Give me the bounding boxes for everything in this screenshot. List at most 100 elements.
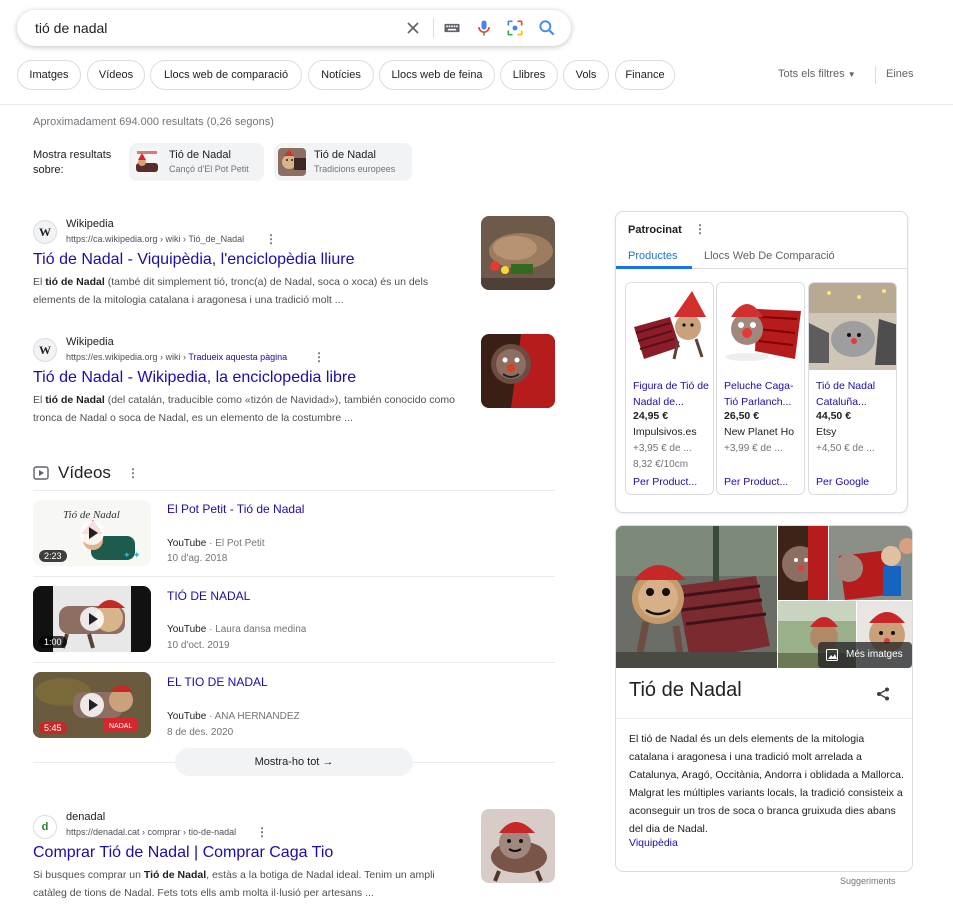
product-price: 44,50 € [816, 410, 852, 422]
suggestions-link[interactable]: Suggeriments [840, 876, 896, 886]
chip-comparison[interactable]: Llocs web de comparació [150, 60, 302, 90]
entity-subtitle: Tradicions europees [314, 164, 396, 174]
product-card[interactable]: Figura de Tió de Nadal de... 24,95 € Imp… [625, 282, 714, 495]
denadal-favicon: d [33, 815, 57, 839]
chip-flights[interactable]: Vols [563, 60, 609, 90]
tab-comparison-sites[interactable]: Llocs Web De Comparació [704, 250, 835, 262]
more-options-icon[interactable]: ⋮ [256, 825, 268, 839]
result-title-link[interactable]: Comprar Tió de Nadal | Comprar Caga Tio [33, 844, 333, 862]
keyboard-icon[interactable] [442, 18, 462, 38]
show-all-label: Mostra-ho tot [254, 756, 320, 768]
result-thumbnail[interactable] [481, 216, 555, 290]
video-platform: YouTube [167, 538, 207, 549]
show-all-videos-button[interactable]: Mostra-ho tot → [175, 748, 413, 776]
result-thumbnail[interactable] [481, 809, 555, 883]
tools-button[interactable]: Eines [886, 68, 914, 80]
entity-thumbnail [133, 148, 161, 176]
knowledge-source-link[interactable]: Viquipèdia [629, 837, 678, 849]
video-divider [33, 490, 555, 491]
result-site-name: denadal [66, 811, 106, 823]
tab-products[interactable]: Productes [628, 250, 678, 262]
knowledge-image[interactable] [778, 526, 828, 600]
sponsored-more-icon[interactable]: ⋮ [694, 222, 706, 236]
result-title-link[interactable]: Tió de Nadal - Viquipèdia, l'enciclopèdi… [33, 251, 354, 269]
svg-text:NADAL: NADAL [109, 723, 132, 730]
more-options-icon[interactable]: ⋮ [265, 232, 277, 246]
video-title-link[interactable]: TIÓ DE NADAL [167, 589, 250, 603]
video-thumbnail[interactable]: 1:00 [33, 586, 151, 652]
result-url-text: https://ca.wikipedia.org › wiki › Tió_de… [66, 234, 245, 244]
search-box[interactable]: tió de nadal [17, 10, 571, 46]
product-card[interactable]: Peluche Caga-Tió Parlanch... 26,50 € New… [716, 282, 805, 495]
result-title-link[interactable]: Tió de Nadal - Wikipedia, la enciclopedi… [33, 369, 356, 387]
chip-images[interactable]: Imatges [17, 60, 81, 90]
knowledge-image[interactable] [829, 526, 913, 600]
entity-title: Tió de Nadal [314, 149, 376, 161]
product-by-link[interactable]: Per Product... [724, 476, 788, 488]
product-by-link[interactable]: Per Google [816, 476, 869, 488]
video-title-link[interactable]: El Pot Petit - Tió de Nadal [167, 502, 304, 516]
snippet-pre: El [33, 394, 46, 406]
all-filters-button[interactable]: Tots els filtres ▼ [778, 68, 856, 80]
product-store: Etsy [816, 426, 837, 438]
result-site-name: Wikipedia [66, 336, 114, 348]
product-store: New Planet Ho [724, 426, 795, 438]
video-date: 10 d'oct. 2019 [167, 640, 230, 651]
video-source: YouTube · ANA HERNANDEZ [167, 711, 300, 722]
product-image [626, 283, 713, 370]
entity-thumbnail [278, 148, 306, 176]
knowledge-panel: Més imatges Tió de Nadal El tió de Nadal… [615, 525, 913, 872]
clear-icon[interactable] [403, 18, 423, 38]
video-thumbnail[interactable]: NADAL 5:45 [33, 672, 151, 738]
video-platform: YouTube [167, 624, 207, 635]
chip-news[interactable]: Notícies [308, 60, 374, 90]
result-thumbnail[interactable] [481, 334, 555, 408]
product-shipping: +4,50 € de ... [816, 443, 875, 454]
video-thumbnail[interactable]: Tió de Nadal ✦ ✦ 2:23 [33, 500, 151, 566]
entity-chip-song[interactable]: Tió de Nadal Cançó d'El Pot Petit [129, 143, 264, 181]
lens-icon[interactable] [505, 18, 525, 38]
result-url: https://denadal.cat › comprar › tio-de-n… [66, 827, 236, 837]
more-options-icon[interactable]: ⋮ [313, 350, 325, 364]
video-title-link[interactable]: EL TIO DE NADAL [167, 675, 268, 689]
more-images-button[interactable]: Més imatges [818, 642, 912, 668]
sponsored-label: Patrocinat [628, 224, 682, 236]
chip-books[interactable]: Llibres [500, 60, 558, 90]
video-duration: 2:23 [39, 550, 67, 562]
result-url-text: https://es.wikipedia.org › wiki [66, 352, 181, 362]
snippet-bold: Tió de Nadal [143, 869, 207, 881]
toolbar-divider [875, 66, 876, 84]
product-image [717, 283, 804, 370]
chip-jobs[interactable]: Llocs web de feina [379, 60, 495, 90]
product-card[interactable]: Tió de Nadal Cataluña... 44,50 € Etsy +4… [808, 282, 897, 495]
video-channel: ANA HERNANDEZ [214, 711, 300, 722]
video-source: YouTube · Laura dansa medina [167, 624, 307, 635]
chip-finance[interactable]: Finance [615, 60, 675, 90]
search-icon[interactable] [537, 18, 557, 38]
play-icon [80, 521, 104, 545]
knowledge-divider [616, 718, 912, 719]
chip-videos[interactable]: Vídeos [87, 60, 145, 90]
search-input[interactable]: tió de nadal [35, 20, 107, 36]
play-icon [80, 607, 104, 631]
video-section-icon [33, 466, 49, 480]
microphone-icon[interactable] [474, 18, 494, 38]
entity-chip-tradition[interactable]: Tió de Nadal Tradicions europees [274, 143, 412, 181]
snippet-bold: tió de Nadal [45, 276, 105, 288]
video-divider [33, 662, 555, 663]
videos-more-options-icon[interactable]: ⋮ [127, 466, 139, 480]
product-shipping: +3,95 € de ... [633, 443, 692, 454]
video-duration: 1:00 [39, 636, 67, 648]
product-shipping: +3,99 € de ... [724, 443, 783, 454]
share-icon[interactable] [876, 687, 890, 701]
knowledge-main-image[interactable] [616, 526, 777, 668]
product-name: Peluche Caga-Tió Parlanch... [724, 380, 794, 408]
product-by-link[interactable]: Per Product... [633, 476, 697, 488]
svg-text:✦ ✦: ✦ ✦ [123, 550, 141, 560]
arrow-right-icon: → [322, 756, 334, 768]
translate-link[interactable]: Tradueix aquesta pàgina [188, 352, 287, 362]
entity-subtitle: Cançó d'El Pot Petit [169, 164, 249, 174]
videos-heading: Vídeos [58, 463, 111, 482]
video-channel: El Pot Petit [215, 538, 265, 549]
video-date: 10 d'ag. 2018 [167, 553, 228, 564]
